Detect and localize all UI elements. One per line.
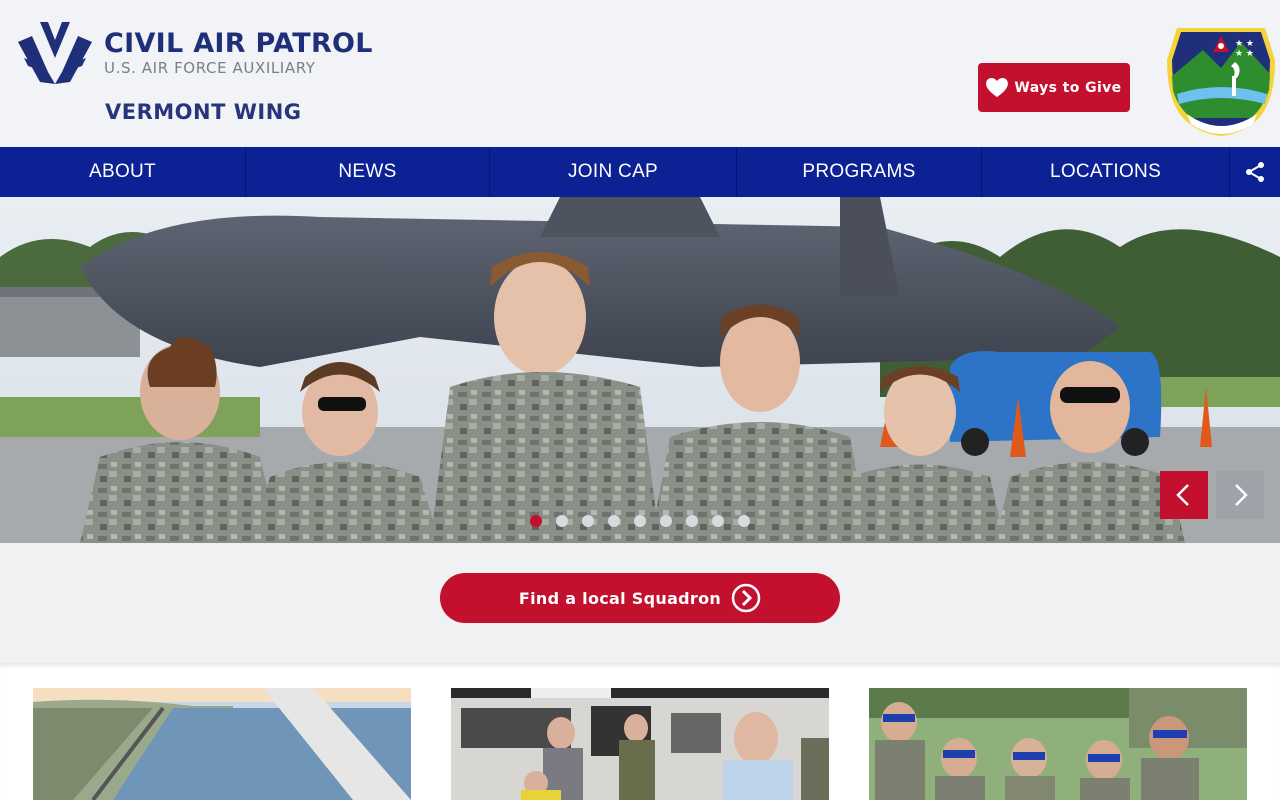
- main-nav: ABOUT NEWS JOIN CAP PROGRAMS LOCATIONS: [0, 147, 1280, 197]
- logo-title: CIVIL AIR PATROL: [104, 28, 373, 59]
- chevron-right-circle-icon: [731, 583, 761, 613]
- carousel-dot[interactable]: [738, 515, 750, 527]
- carousel-dot[interactable]: [712, 515, 724, 527]
- nav-item-about[interactable]: ABOUT: [0, 147, 246, 197]
- nav-item-join-cap[interactable]: JOIN CAP: [490, 147, 737, 197]
- news-card[interactable]: [33, 688, 411, 800]
- share-icon: [1246, 162, 1264, 182]
- ways-to-give-button[interactable]: Ways to Give: [978, 63, 1130, 112]
- site-header: CIVIL AIR PATROL U.S. AIR FORCE AUXILIAR…: [0, 0, 1280, 147]
- aerial-coastline-photo: [33, 688, 411, 800]
- news-card[interactable]: [451, 688, 829, 800]
- carousel-dot[interactable]: [556, 515, 568, 527]
- vermont-wing-seal[interactable]: ★ ★ ★ ★: [1163, 20, 1279, 138]
- carousel-indicators: [530, 515, 750, 527]
- share-button[interactable]: [1230, 147, 1280, 197]
- heart-icon: [986, 77, 1009, 97]
- carousel-next-button[interactable]: [1216, 471, 1264, 519]
- nav-item-news[interactable]: NEWS: [246, 147, 490, 197]
- news-cards: [0, 663, 1280, 800]
- find-squadron-label: Find a local Squadron: [518, 588, 722, 608]
- carousel-dot[interactable]: [582, 515, 594, 527]
- hero-slide-image: [0, 197, 1280, 543]
- svg-text:★ ★: ★ ★: [1235, 39, 1254, 49]
- cta-section: Find a local Squadron: [0, 543, 1280, 663]
- ways-to-give-label: Ways to Give: [1014, 79, 1122, 96]
- carousel-prev-button[interactable]: [1160, 471, 1208, 519]
- wing-name[interactable]: VERMONT WING: [105, 100, 302, 124]
- find-squadron-button[interactable]: Find a local Squadron: [440, 573, 840, 623]
- carousel-dot[interactable]: [634, 515, 646, 527]
- news-card[interactable]: [869, 688, 1247, 800]
- chevron-left-icon: [1176, 484, 1189, 506]
- cadets-eclipse-glasses-photo: [869, 688, 1247, 800]
- logo-subtitle: U.S. AIR FORCE AUXILIARY: [104, 59, 316, 77]
- chevron-right-icon: [1235, 484, 1248, 506]
- nav-item-locations[interactable]: LOCATIONS: [982, 147, 1230, 197]
- hero-carousel[interactable]: [0, 197, 1280, 543]
- workshop-visit-photo: [451, 688, 829, 800]
- svg-text:★ ★: ★ ★: [1235, 49, 1254, 59]
- cap-wings-icon: [18, 22, 92, 84]
- carousel-dot[interactable]: [608, 515, 620, 527]
- cap-logo[interactable]: CIVIL AIR PATROL U.S. AIR FORCE AUXILIAR…: [18, 22, 373, 84]
- nav-item-programs[interactable]: PROGRAMS: [737, 147, 982, 197]
- carousel-dot[interactable]: [686, 515, 698, 527]
- carousel-dot[interactable]: [660, 515, 672, 527]
- carousel-dot[interactable]: [530, 515, 542, 527]
